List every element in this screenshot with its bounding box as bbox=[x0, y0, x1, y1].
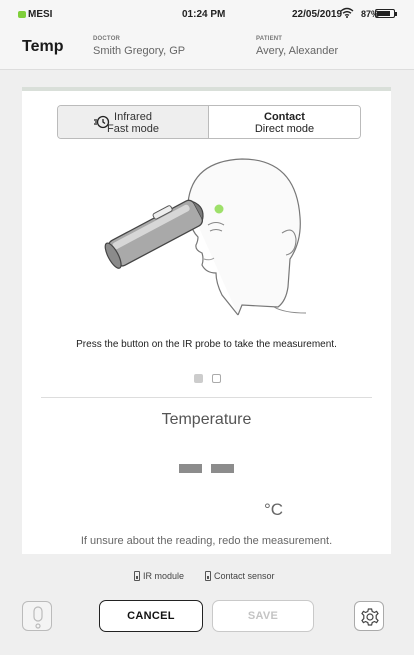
measurement-card: Infrared Fast mode Contact Direct mode P… bbox=[22, 87, 391, 554]
page-dot-inactive[interactable] bbox=[212, 374, 221, 383]
mode-contact-subtitle: Direct mode bbox=[254, 123, 315, 135]
mode-infrared-title: Infrared bbox=[114, 111, 152, 123]
status-time: 01:24 PM bbox=[182, 9, 226, 20]
mode-infrared-subtitle: Fast mode bbox=[107, 123, 159, 135]
app-header: Temp DOCTOR Smith Gregory, GP PATIENT Av… bbox=[0, 26, 414, 70]
divider bbox=[41, 397, 372, 398]
contact-sensor-status: Contact sensor bbox=[205, 571, 275, 581]
mode-contact-button[interactable]: Contact Direct mode bbox=[209, 106, 360, 138]
settings-button[interactable] bbox=[354, 601, 384, 631]
status-bar: MESI 01:24 PM 22/05/2019 87% bbox=[0, 0, 414, 26]
brand-label: MESI bbox=[28, 9, 53, 20]
brand-logo: MESI bbox=[18, 9, 52, 20]
ir-module-status: IR module bbox=[134, 571, 184, 581]
mode-toggle: Infrared Fast mode Contact Direct mode bbox=[57, 105, 361, 139]
patient-label: PATIENT bbox=[256, 36, 283, 42]
battery-icon bbox=[375, 9, 397, 18]
ir-module-label: IR module bbox=[143, 571, 185, 581]
measurement-hint: If unsure about the reading, redo the me… bbox=[80, 535, 333, 547]
save-button[interactable]: SAVE bbox=[212, 600, 314, 632]
page-dot-active[interactable] bbox=[194, 374, 203, 383]
contact-sensor-label: Contact sensor bbox=[214, 571, 275, 581]
page-indicator bbox=[194, 374, 221, 383]
mode-infrared-button[interactable]: Infrared Fast mode bbox=[58, 106, 209, 138]
doctor-name: Smith Gregory, GP bbox=[93, 45, 186, 57]
battery-icon bbox=[134, 571, 140, 581]
exclamation-icon bbox=[33, 606, 43, 629]
value-dash bbox=[179, 464, 202, 473]
info-button[interactable] bbox=[22, 601, 52, 631]
gear-icon bbox=[361, 608, 379, 626]
wifi-icon bbox=[340, 7, 354, 21]
temperature-title: Temperature bbox=[161, 411, 252, 428]
value-dash bbox=[211, 464, 234, 473]
cancel-button[interactable]: CANCEL bbox=[99, 600, 203, 632]
instruction-text: Press the button on the IR probe to take… bbox=[76, 339, 337, 350]
battery-icon bbox=[205, 571, 211, 581]
patient-name: Avery, Alexander bbox=[256, 45, 339, 57]
temperature-unit: °C bbox=[264, 500, 284, 519]
mode-contact-title: Contact bbox=[264, 111, 305, 123]
fast-history-icon bbox=[94, 115, 110, 132]
page-title: Temp bbox=[22, 38, 64, 55]
module-status-bar: IR module Contact sensor bbox=[0, 571, 414, 585]
doctor-label: DOCTOR bbox=[93, 36, 121, 42]
status-date: 22/05/2019 bbox=[292, 9, 343, 20]
forehead-thermometer-illustration bbox=[92, 155, 332, 320]
temperature-value-placeholder bbox=[179, 464, 234, 473]
